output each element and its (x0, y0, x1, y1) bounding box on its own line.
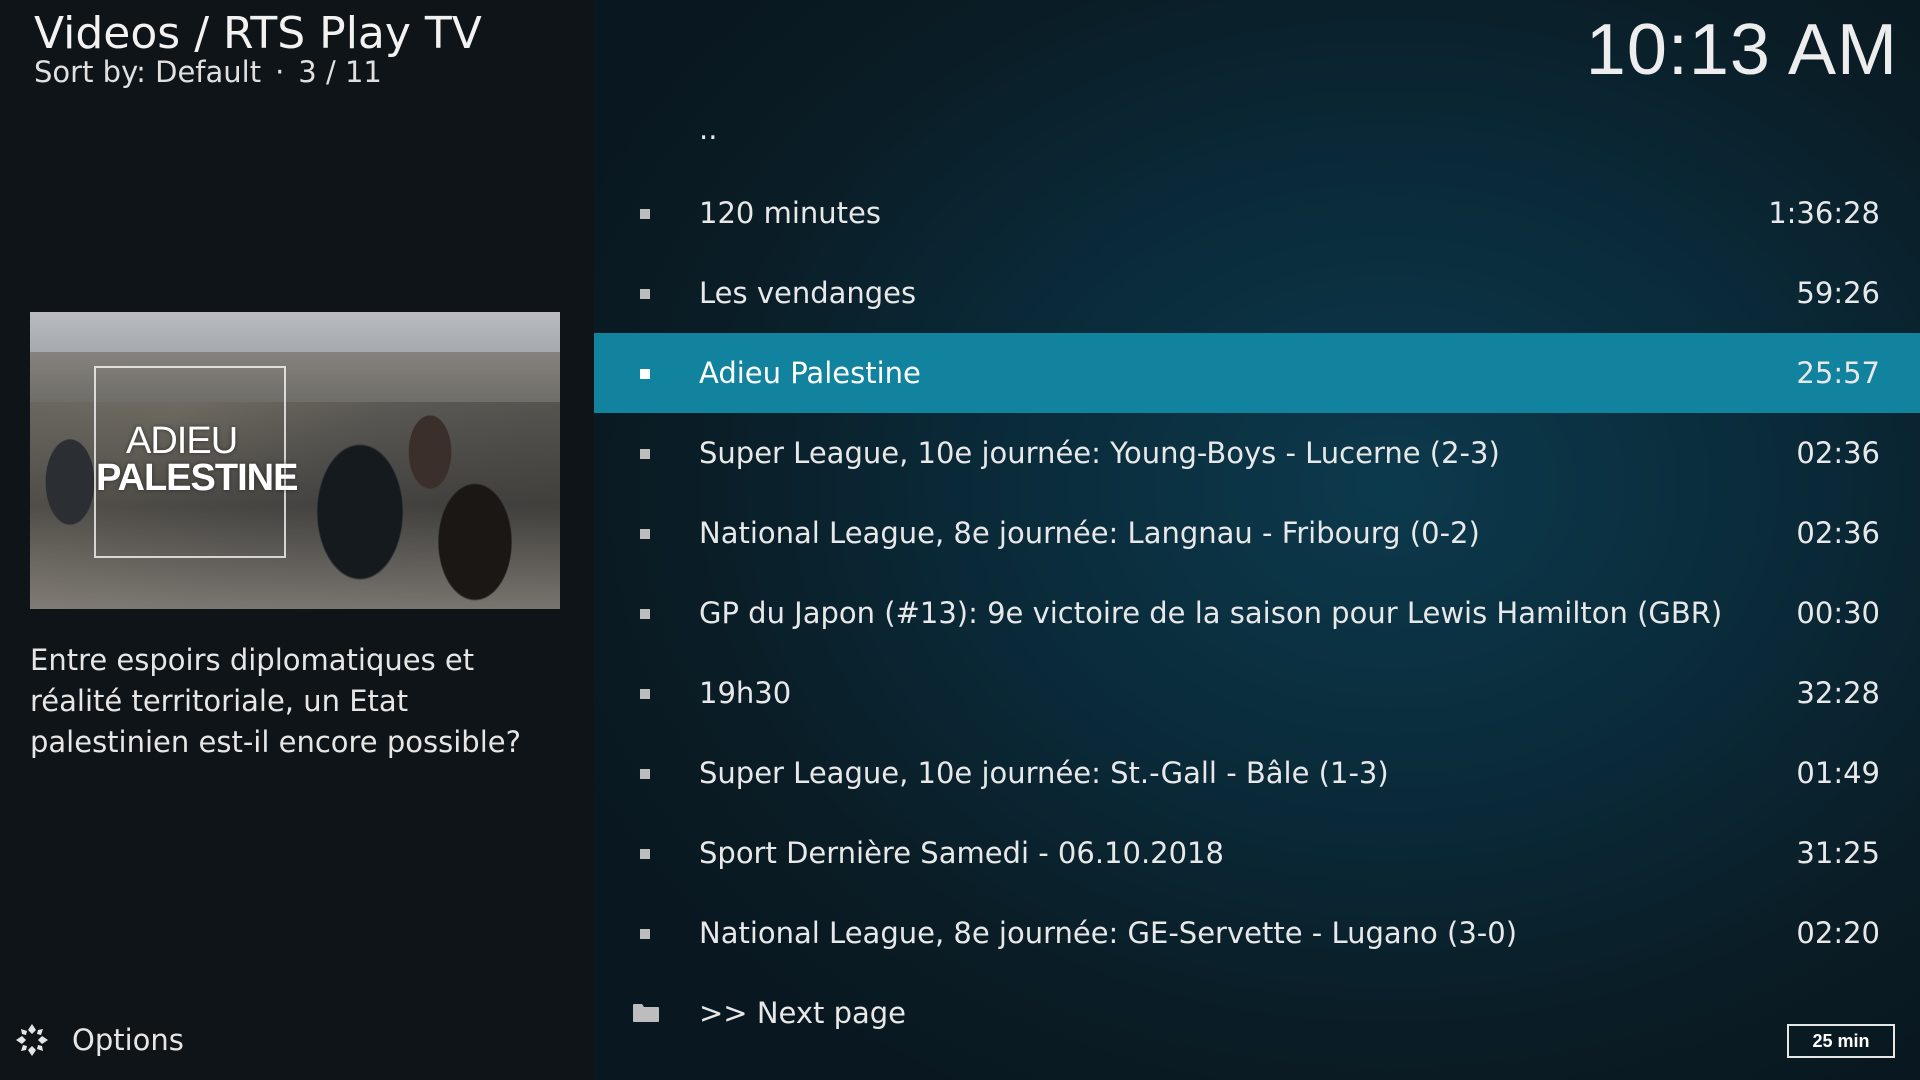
bullet-icon (640, 929, 650, 939)
list-item-title: Les vendanges (699, 276, 917, 310)
list-item-parent-folder[interactable]: .. (594, 93, 1920, 173)
video-thumbnail: ADIEU PALESTINE (30, 312, 560, 609)
parent-folder-label: .. (699, 112, 718, 146)
list-item-duration: 01:49 (1796, 756, 1880, 790)
file-list-panel: 10:13 AM .. 120 minutes 1:36:28 Les vend… (594, 0, 1920, 1080)
list-item[interactable]: Sport Dernière Samedi - 06.10.2018 31:25 (594, 813, 1920, 893)
list-item-duration: 00:30 (1796, 596, 1880, 630)
list-item-title: Adieu Palestine (699, 356, 921, 390)
sort-info: Sort by: Default · 3 / 11 (34, 54, 382, 90)
list-item[interactable]: Super League, 10e journée: Young-Boys - … (594, 413, 1920, 493)
list-item[interactable]: 19h30 32:28 (594, 653, 1920, 733)
plot-description: Entre espoirs diplomatiques et réalité t… (30, 643, 521, 759)
page-title: Videos / RTS Play TV (34, 8, 482, 59)
list-item-selected[interactable]: Adieu Palestine 25:57 (594, 333, 1920, 413)
item-position: 3 / 11 (298, 55, 382, 89)
list-item[interactable]: 120 minutes 1:36:28 (594, 173, 1920, 253)
list-item-title: 120 minutes (699, 196, 881, 230)
options-gear-icon (16, 1024, 48, 1056)
list-item-title: Super League, 10e journée: Young-Boys - … (699, 436, 1500, 470)
list-item-title: National League, 8e journée: GE-Servette… (699, 916, 1518, 950)
info-panel: Videos / RTS Play TV Sort by: Default · 3 … (0, 0, 594, 1080)
list-item-duration: 02:36 (1796, 516, 1880, 550)
list-item-title: 19h30 (699, 676, 792, 710)
list-item-title: Sport Dernière Samedi - 06.10.2018 (699, 836, 1224, 870)
bullet-icon (640, 369, 650, 379)
next-page-label: >> Next page (699, 996, 907, 1030)
options-label: Options (72, 1023, 184, 1057)
list-item[interactable]: National League, 8e journée: Langnau - F… (594, 493, 1920, 573)
list-item-next-page[interactable]: >> Next page (594, 973, 1920, 1053)
options-button[interactable]: Options (14, 1022, 184, 1058)
bullet-icon (640, 209, 650, 219)
list-item-duration: 59:26 (1796, 276, 1880, 310)
list-item-title: National League, 8e journée: Langnau - F… (699, 516, 1480, 550)
duration-badge: 25 min (1787, 1024, 1895, 1058)
list-item[interactable]: National League, 8e journée: GE-Servette… (594, 893, 1920, 973)
list-item-duration: 32:28 (1796, 676, 1880, 710)
kodi-window: Videos / RTS Play TV Sort by: Default · 3 … (0, 0, 1920, 1080)
folder-icon (633, 1004, 659, 1022)
bullet-icon (640, 449, 650, 459)
separator: · (275, 55, 285, 89)
list-item[interactable]: GP du Japon (#13): 9e victoire de la sai… (594, 573, 1920, 653)
bullet-icon (640, 609, 650, 619)
list-item-duration: 02:36 (1796, 436, 1880, 470)
bullet-icon (640, 289, 650, 299)
list-item-duration: 02:20 (1796, 916, 1880, 950)
bullet-icon (640, 769, 650, 779)
list-item-duration: 31:25 (1796, 836, 1880, 870)
file-list: .. 120 minutes 1:36:28 Les vendanges 59:… (594, 93, 1920, 1053)
list-item-title: Super League, 10e journée: St.-Gall - Bâ… (699, 756, 1389, 790)
list-item-title: GP du Japon (#13): 9e victoire de la sai… (699, 596, 1723, 630)
thumbnail-title-line2: PALESTINE (96, 457, 298, 499)
bullet-icon (640, 849, 650, 859)
bullet-icon (640, 529, 650, 539)
list-item[interactable]: Les vendanges 59:26 (594, 253, 1920, 333)
sort-label[interactable]: Sort by: Default (34, 55, 261, 89)
list-item-duration: 25:57 (1796, 356, 1880, 390)
clock: 10:13 AM (1585, 10, 1898, 90)
bullet-icon (640, 689, 650, 699)
list-item[interactable]: Super League, 10e journée: St.-Gall - Bâ… (594, 733, 1920, 813)
list-item-duration: 1:36:28 (1768, 196, 1880, 230)
